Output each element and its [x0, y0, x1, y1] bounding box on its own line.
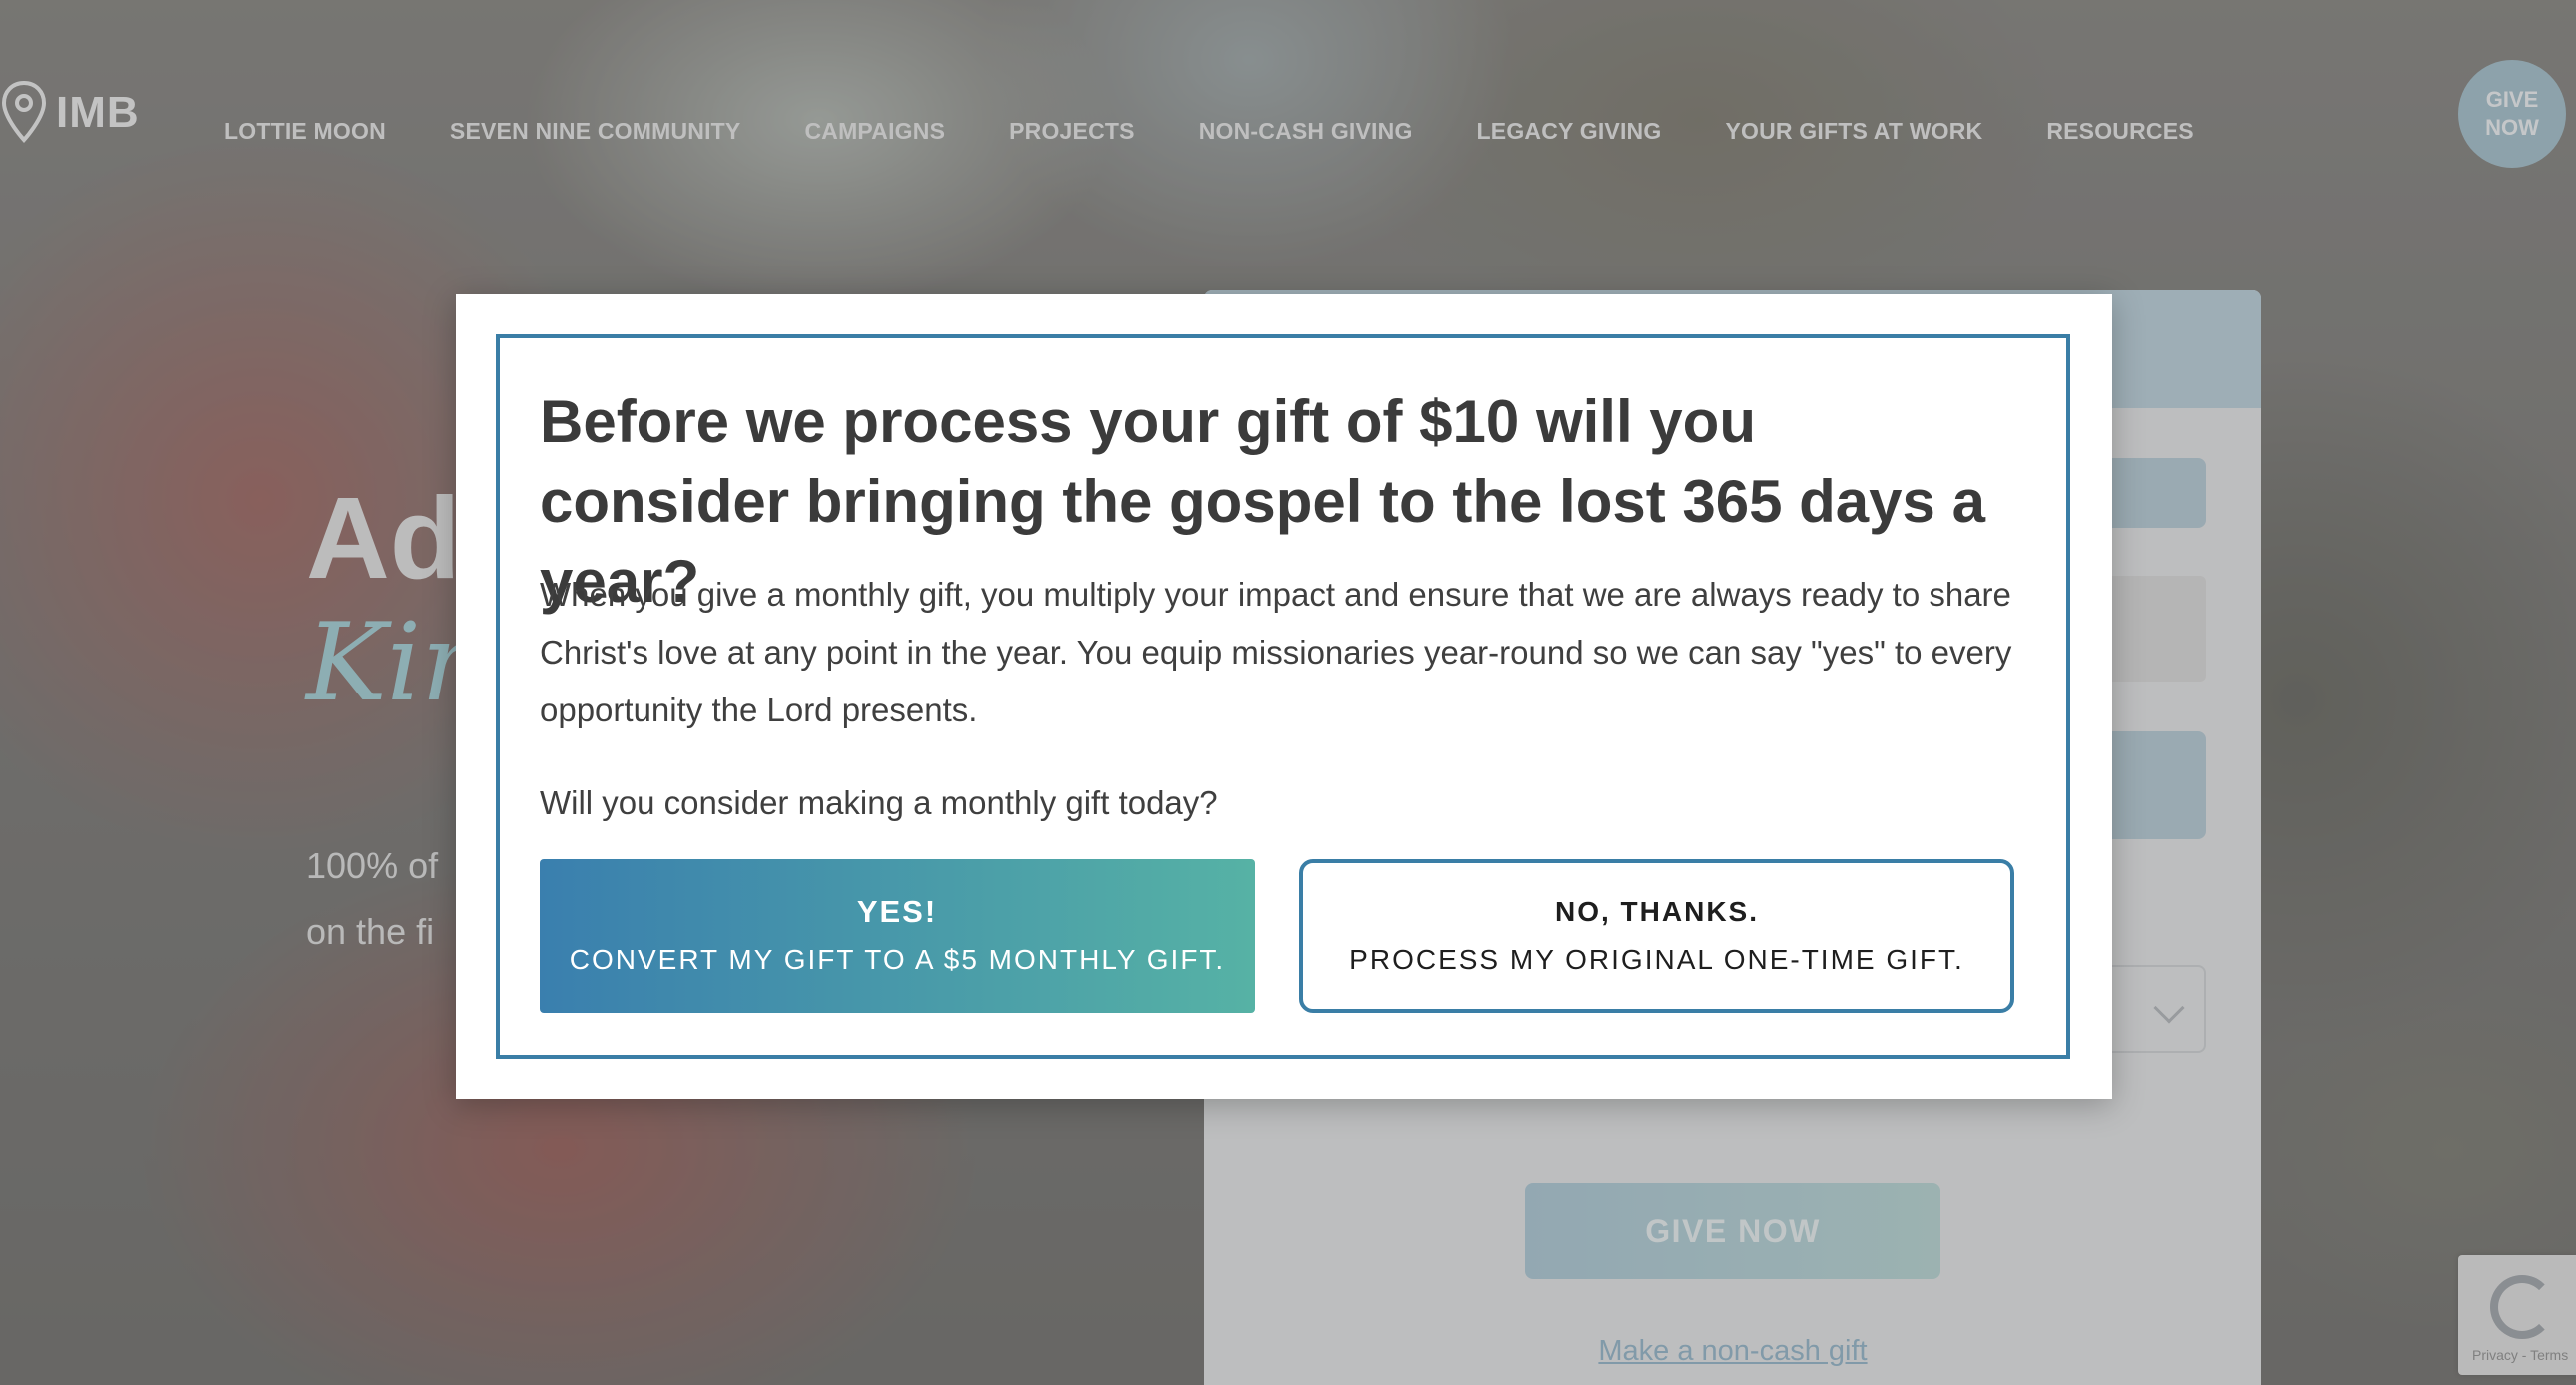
- yes-button-line-1: YES!: [856, 894, 938, 929]
- modal-body-text: When you give a monthly gift, you multip…: [540, 576, 2012, 728]
- monthly-upsell-modal: Before we process your gift of $10 will …: [456, 294, 2112, 1099]
- convert-to-monthly-button[interactable]: YES! CONVERT MY GIFT TO A $5 MONTHLY GIF…: [540, 859, 1255, 1013]
- yes-button-line-2: CONVERT MY GIFT TO A $5 MONTHLY GIFT.: [569, 944, 1226, 975]
- modal-question: Will you consider making a monthly gift …: [540, 784, 1218, 821]
- no-button-line-1: NO, THANKS.: [1555, 896, 1759, 927]
- keep-one-time-button[interactable]: NO, THANKS. PROCESS MY ORIGINAL ONE-TIME…: [1299, 859, 2014, 1013]
- no-button-line-2: PROCESS MY ORIGINAL ONE-TIME GIFT.: [1349, 944, 1964, 975]
- modal-frame: Before we process your gift of $10 will …: [496, 334, 2070, 1059]
